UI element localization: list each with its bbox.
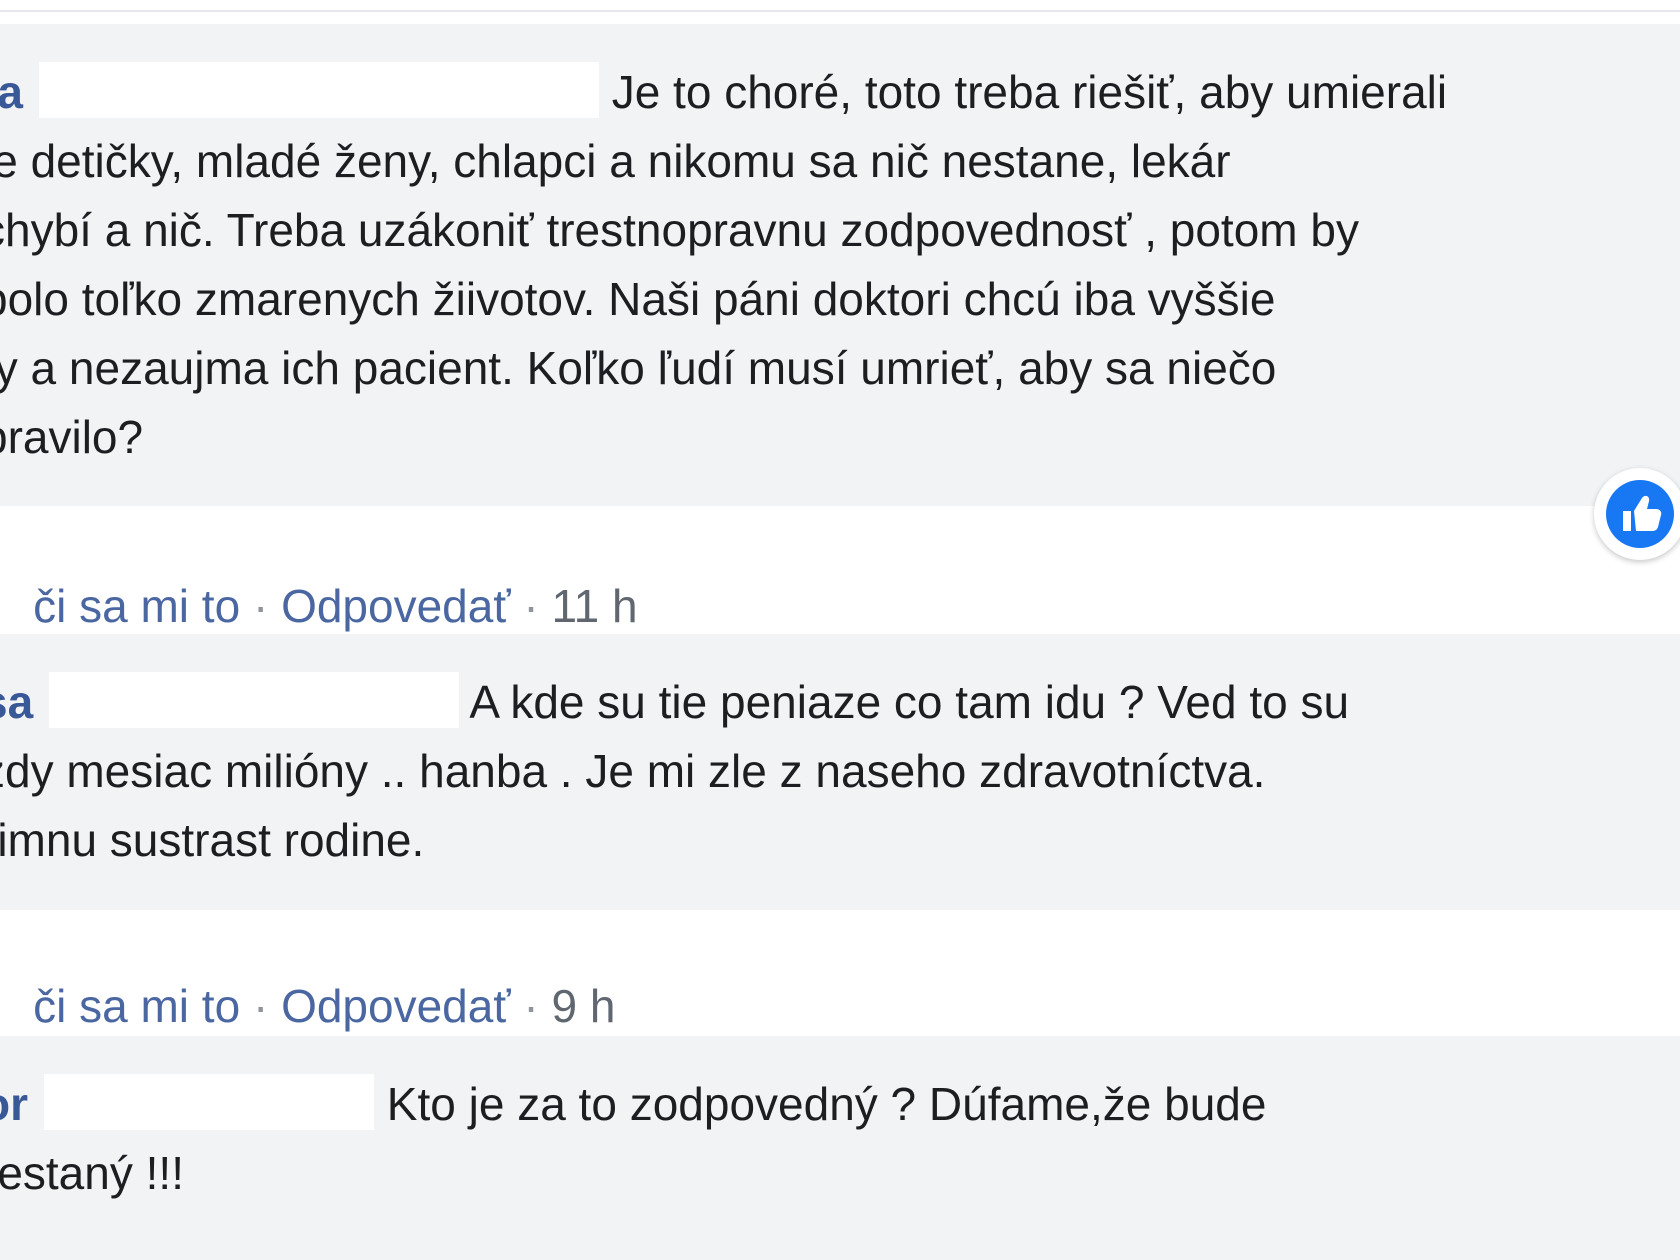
comment-author[interactable]: sa <box>0 676 33 728</box>
comment-author[interactable]: or <box>0 1078 28 1130</box>
comment-line: bolo toľko zmarenych žiivotov. Naši páni… <box>0 273 1276 325</box>
comment-line: Je to choré, toto treba riešiť, aby umie… <box>611 66 1448 118</box>
comment-line: zdy mesiac milióny .. hanba . Je mi zle … <box>0 745 1266 797</box>
comment-text: or Kto je za to zodpovedný ? Dúfame,že b… <box>0 1070 1672 1208</box>
comment-text: ta Je to choré, toto treba riešiť, aby u… <box>0 58 1672 472</box>
separator: · <box>252 980 269 1032</box>
comment-line: chybí a nič. Treba uzákoniť trestnopravn… <box>0 204 1359 256</box>
redacted-name <box>44 1074 374 1130</box>
separator: · <box>523 980 539 1032</box>
comment-line: restaný !!! <box>0 1147 184 1199</box>
comment-line: Kto je za to zodpovedný ? Dúfame,že bude <box>386 1078 1267 1130</box>
like-icon <box>1606 480 1674 548</box>
comment-line: le detičky, mladé ženy, chlapci a nikomu… <box>0 135 1231 187</box>
redacted-name <box>38 62 599 118</box>
separator: · <box>252 580 269 632</box>
comment-line: pravilo? <box>0 411 144 463</box>
like-reaction-badge[interactable] <box>1594 468 1680 560</box>
timestamp[interactable]: 11 h <box>551 580 637 632</box>
comment-line: rimnu sustrast rodine. <box>0 814 425 866</box>
comment-line: ty a nezaujma ich pacient. Koľko ľudí mu… <box>0 342 1277 394</box>
reply-link[interactable]: Odpovedať <box>281 580 511 632</box>
like-link[interactable]: či sa mi to <box>33 980 240 1032</box>
comment-line: A kde su tie peniaze co tam idu ? Ved to… <box>469 676 1350 728</box>
top-divider <box>0 10 1680 12</box>
like-link[interactable]: či sa mi to <box>33 580 240 632</box>
timestamp[interactable]: 9 h <box>551 980 615 1032</box>
separator: · <box>523 580 539 632</box>
reply-link[interactable]: Odpovedať <box>281 980 511 1032</box>
redacted-name <box>49 672 460 728</box>
comment-text: sa A kde su tie peniaze co tam idu ? Ved… <box>0 668 1672 875</box>
comment-author[interactable]: ta <box>0 66 23 118</box>
